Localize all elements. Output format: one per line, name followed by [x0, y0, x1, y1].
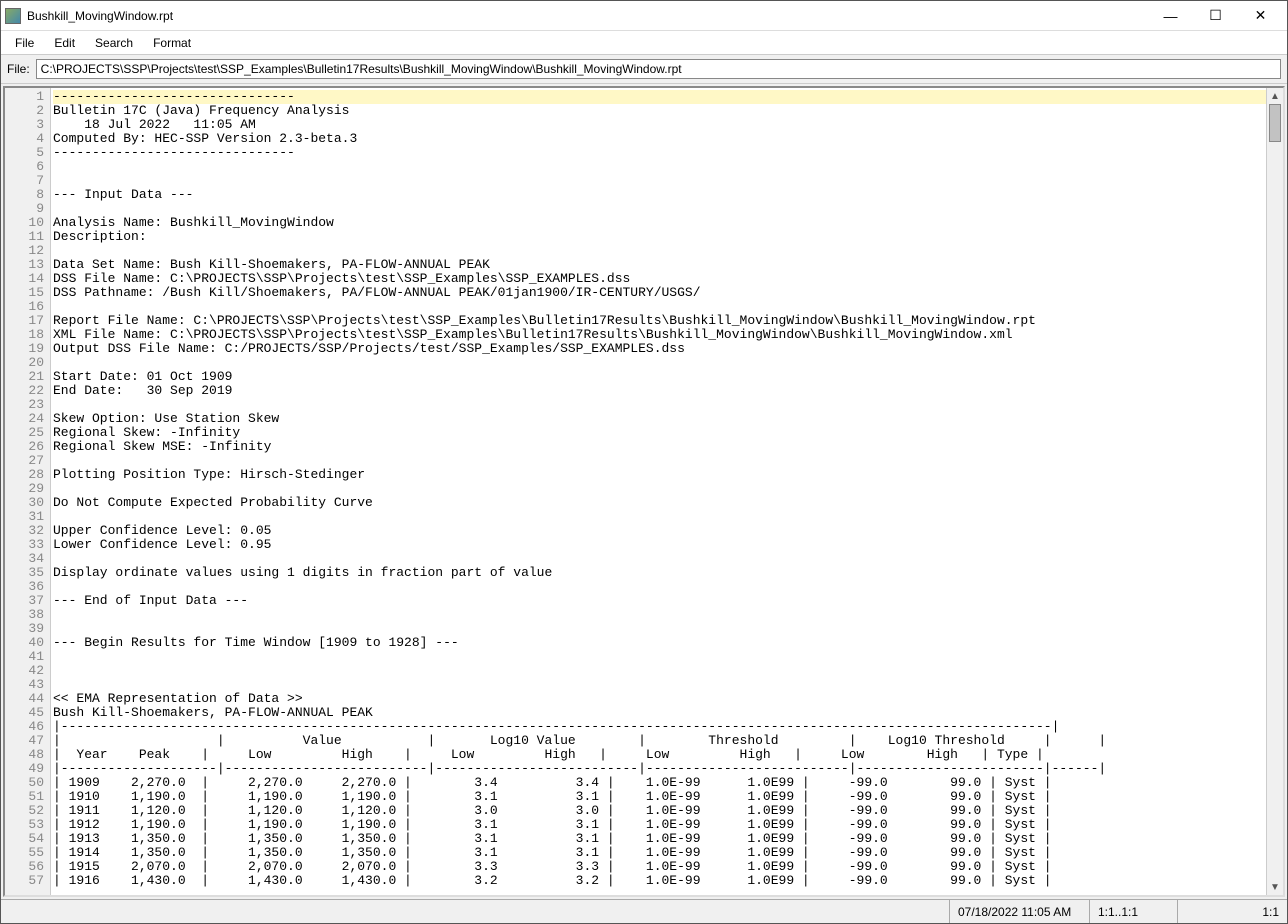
menu-file[interactable]: File — [5, 34, 44, 52]
text-line: Computed By: HEC-SSP Version 2.3-beta.3 — [53, 132, 1266, 146]
text-line — [53, 552, 1266, 566]
menu-search[interactable]: Search — [85, 34, 143, 52]
file-path-input[interactable] — [36, 59, 1281, 79]
text-line: | 1916 1,430.0 | 1,430.0 1,430.0 | 3.2 3… — [53, 874, 1266, 888]
scroll-down-arrow-icon[interactable]: ▼ — [1267, 879, 1283, 895]
status-datetime: 07/18/2022 11:05 AM — [949, 900, 1089, 923]
status-bar: 07/18/2022 11:05 AM 1:1..1:1 1:1 — [1, 899, 1287, 923]
text-line — [53, 356, 1266, 370]
file-path-label: File: — [7, 62, 30, 76]
text-line — [53, 244, 1266, 258]
text-line: | 1913 1,350.0 | 1,350.0 1,350.0 | 3.1 3… — [53, 832, 1266, 846]
text-line — [53, 650, 1266, 664]
text-line: --- Input Data --- — [53, 188, 1266, 202]
text-line: |--------------------|------------------… — [53, 762, 1266, 776]
line-number-gutter: 1 2 3 4 5 6 7 8 9 10 11 12 13 14 15 16 1… — [5, 88, 51, 895]
app-icon — [5, 8, 21, 24]
text-line — [53, 664, 1266, 678]
menu-bar: File Edit Search Format — [1, 31, 1287, 55]
text-line — [53, 580, 1266, 594]
text-line: Start Date: 01 Oct 1909 — [53, 370, 1266, 384]
scroll-up-arrow-icon[interactable]: ▲ — [1267, 88, 1283, 104]
status-selection: 1:1..1:1 — [1089, 900, 1177, 923]
status-spacer — [1, 900, 949, 923]
text-line — [53, 678, 1266, 692]
text-line: DSS Pathname: /Bush Kill/Shoemakers, PA/… — [53, 286, 1266, 300]
status-position: 1:1 — [1177, 900, 1287, 923]
text-line: | 1915 2,070.0 | 2,070.0 2,070.0 | 3.3 3… — [53, 860, 1266, 874]
title-bar: Bushkill_MovingWindow.rpt — ☐ ✕ — [1, 1, 1287, 31]
text-line: XML File Name: C:\PROJECTS\SSP\Projects\… — [53, 328, 1266, 342]
text-line: | | Value | Log10 Value | Threshold | Lo… — [53, 734, 1266, 748]
window-controls: — ☐ ✕ — [1148, 2, 1283, 30]
text-line — [53, 398, 1266, 412]
text-line: Bulletin 17C (Java) Frequency Analysis — [53, 104, 1266, 118]
file-path-bar: File: — [1, 55, 1287, 84]
text-line: End Date: 30 Sep 2019 — [53, 384, 1266, 398]
scroll-thumb[interactable] — [1269, 104, 1281, 142]
text-line: ------------------------------- — [53, 90, 1266, 104]
text-line: | 1911 1,120.0 | 1,120.0 1,120.0 | 3.0 3… — [53, 804, 1266, 818]
text-line — [53, 608, 1266, 622]
text-line — [53, 510, 1266, 524]
text-line: 18 Jul 2022 11:05 AM — [53, 118, 1266, 132]
text-line: Regional Skew: -Infinity — [53, 426, 1266, 440]
text-line: Upper Confidence Level: 0.05 — [53, 524, 1266, 538]
text-line: Output DSS File Name: C:/PROJECTS/SSP/Pr… — [53, 342, 1266, 356]
text-line — [53, 482, 1266, 496]
text-line: ------------------------------- — [53, 146, 1266, 160]
text-line: | 1912 1,190.0 | 1,190.0 1,190.0 | 3.1 3… — [53, 818, 1266, 832]
text-line: | 1909 2,270.0 | 2,270.0 2,270.0 | 3.4 3… — [53, 776, 1266, 790]
maximize-button[interactable]: ☐ — [1193, 2, 1238, 30]
text-line: Do Not Compute Expected Probability Curv… — [53, 496, 1266, 510]
text-line: --- End of Input Data --- — [53, 594, 1266, 608]
text-line: Skew Option: Use Station Skew — [53, 412, 1266, 426]
text-line — [53, 202, 1266, 216]
text-line: | Year Peak | Low High | Low High | Low … — [53, 748, 1266, 762]
vertical-scrollbar[interactable]: ▲ ▼ — [1266, 88, 1283, 895]
minimize-button[interactable]: — — [1148, 2, 1193, 30]
text-line: Description: — [53, 230, 1266, 244]
menu-format[interactable]: Format — [143, 34, 201, 52]
text-line: Bush Kill-Shoemakers, PA-FLOW-ANNUAL PEA… — [53, 706, 1266, 720]
text-line: DSS File Name: C:\PROJECTS\SSP\Projects\… — [53, 272, 1266, 286]
text-line: |---------------------------------------… — [53, 720, 1266, 734]
text-line: Plotting Position Type: Hirsch-Stedinger — [53, 468, 1266, 482]
text-line: << EMA Representation of Data >> — [53, 692, 1266, 706]
menu-edit[interactable]: Edit — [44, 34, 85, 52]
text-line: Data Set Name: Bush Kill-Shoemakers, PA-… — [53, 258, 1266, 272]
text-line: Regional Skew MSE: -Infinity — [53, 440, 1266, 454]
text-content[interactable]: -------------------------------Bulletin … — [51, 88, 1266, 895]
text-line: Lower Confidence Level: 0.95 — [53, 538, 1266, 552]
text-line — [53, 622, 1266, 636]
text-line — [53, 454, 1266, 468]
text-line — [53, 300, 1266, 314]
text-line — [53, 160, 1266, 174]
text-line: --- Begin Results for Time Window [1909 … — [53, 636, 1266, 650]
editor: 1 2 3 4 5 6 7 8 9 10 11 12 13 14 15 16 1… — [3, 86, 1285, 897]
text-line — [53, 174, 1266, 188]
text-line: Report File Name: C:\PROJECTS\SSP\Projec… — [53, 314, 1266, 328]
close-button[interactable]: ✕ — [1238, 2, 1283, 30]
text-line: | 1914 1,350.0 | 1,350.0 1,350.0 | 3.1 3… — [53, 846, 1266, 860]
window-title: Bushkill_MovingWindow.rpt — [27, 9, 1148, 23]
text-line: Analysis Name: Bushkill_MovingWindow — [53, 216, 1266, 230]
text-line: | 1910 1,190.0 | 1,190.0 1,190.0 | 3.1 3… — [53, 790, 1266, 804]
text-line: Display ordinate values using 1 digits i… — [53, 566, 1266, 580]
